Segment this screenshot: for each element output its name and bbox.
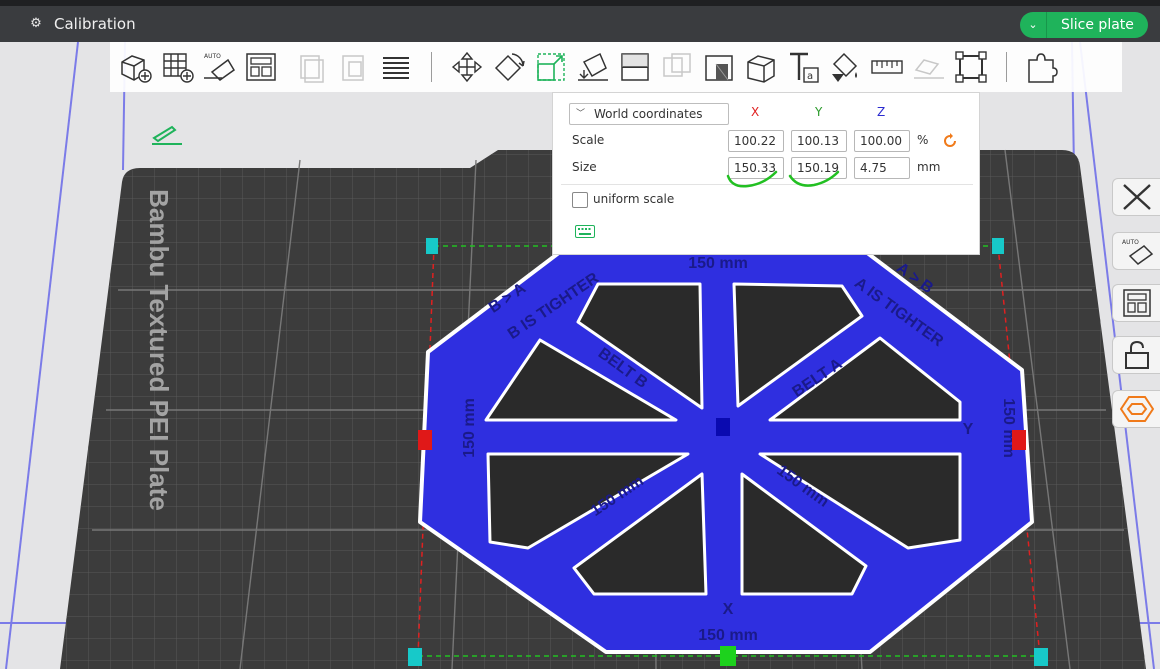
fit-view-icon[interactable]	[952, 48, 990, 86]
rotate-icon[interactable]	[490, 48, 528, 86]
text-icon[interactable]: a	[784, 48, 822, 86]
lock-button[interactable]	[1112, 336, 1160, 374]
edit-plate-icon[interactable]	[150, 124, 184, 146]
axis-label-x: X	[723, 601, 734, 618]
scale-label: Scale	[572, 133, 605, 147]
uniform-scale-label: uniform scale	[593, 192, 675, 206]
dimension-label-left: 150 mm	[461, 398, 478, 458]
hexagon-icon	[1119, 396, 1154, 422]
auto-orient-button[interactable]: AUTO	[1112, 232, 1160, 270]
puzzle-icon[interactable]	[1023, 48, 1061, 86]
size-x-field[interactable]: 150.33	[728, 157, 784, 179]
svg-text:AUTO: AUTO	[1122, 239, 1139, 246]
lay-on-face-icon[interactable]	[574, 48, 612, 86]
scale-y-field[interactable]: 100.13	[791, 130, 847, 152]
toolbar-separator	[431, 52, 432, 82]
add-object-icon[interactable]	[116, 48, 154, 86]
axis-header-y: Y	[815, 105, 823, 119]
slice-plate-button[interactable]: Slice plate	[1046, 12, 1148, 38]
size-z-field[interactable]: 4.75	[854, 157, 910, 179]
svg-text:a: a	[807, 71, 813, 82]
assembly-icon[interactable]	[910, 48, 948, 86]
size-y-field[interactable]: 150.19	[791, 157, 847, 179]
scale-unit: %	[917, 133, 929, 147]
add-plate-icon[interactable]	[158, 48, 196, 86]
copy-icon[interactable]	[293, 48, 331, 86]
layers-icon[interactable]	[377, 48, 415, 86]
slice-control: ⌄ Slice plate	[1020, 12, 1148, 38]
toolbar-separator	[1006, 52, 1007, 82]
split-parts-icon[interactable]	[658, 48, 696, 86]
chevron-down-icon: ﹀	[576, 109, 586, 119]
bed-label: Bambu Textured PEI Plate	[144, 189, 174, 511]
toolbar-separator	[286, 52, 287, 82]
calibration-icon: ⚙	[30, 16, 42, 31]
coordinate-mode-select[interactable]: ﹀ World coordinates	[569, 103, 729, 125]
arrange-icon	[1122, 289, 1151, 317]
axis-header-z: Z	[877, 105, 886, 119]
auto-orient-icon[interactable]: AUTO	[200, 48, 238, 86]
size-unit: mm	[917, 160, 941, 174]
cut-icon[interactable]	[700, 48, 738, 86]
color-paint-icon[interactable]	[826, 48, 864, 86]
app-window: Bambu Textured PEI Plate 150 mm 150 mm 1…	[0, 0, 1160, 669]
paste-icon[interactable]	[335, 48, 373, 86]
svg-text:AUTO: AUTO	[204, 53, 221, 60]
scale-x-field[interactable]: 100.22	[728, 130, 784, 152]
main-toolbar: AUTO a	[110, 42, 1122, 92]
measure-icon[interactable]	[868, 48, 906, 86]
dimension-label-top: 150 mm	[688, 255, 748, 272]
reset-scale-icon[interactable]	[942, 133, 958, 149]
auto-orient-icon: AUTO	[1122, 239, 1153, 265]
arrange-button[interactable]	[1112, 284, 1160, 322]
close-icon	[1122, 184, 1151, 210]
hexagon-button[interactable]	[1112, 390, 1160, 428]
keyboard-icon[interactable]	[575, 225, 595, 238]
size-label: Size	[572, 160, 597, 174]
uniform-scale-checkbox[interactable]	[572, 192, 588, 208]
support-paint-icon[interactable]	[742, 48, 780, 86]
move-icon[interactable]	[448, 48, 486, 86]
scale-icon[interactable]	[532, 48, 570, 86]
coordinate-mode-value: World coordinates	[594, 107, 703, 121]
dimension-label-bottom: 150 mm	[698, 627, 758, 644]
lock-icon	[1124, 340, 1149, 369]
split-icon[interactable]	[616, 48, 654, 86]
axis-label-y: Y	[963, 421, 974, 438]
window-title: Calibration	[54, 15, 136, 33]
chevron-down-icon[interactable]: ⌄	[1020, 12, 1046, 38]
panel-divider	[561, 184, 973, 185]
scale-z-field[interactable]: 100.00	[854, 130, 910, 152]
scale-panel: ﹀ World coordinates X Y Z Scale 100.22 1…	[552, 92, 980, 255]
axis-header-x: X	[751, 105, 760, 119]
close-view-button[interactable]	[1112, 178, 1160, 216]
title-bar: ⚙ Calibration ⌄ Slice plate	[0, 0, 1160, 42]
arrange-icon[interactable]	[242, 48, 280, 86]
